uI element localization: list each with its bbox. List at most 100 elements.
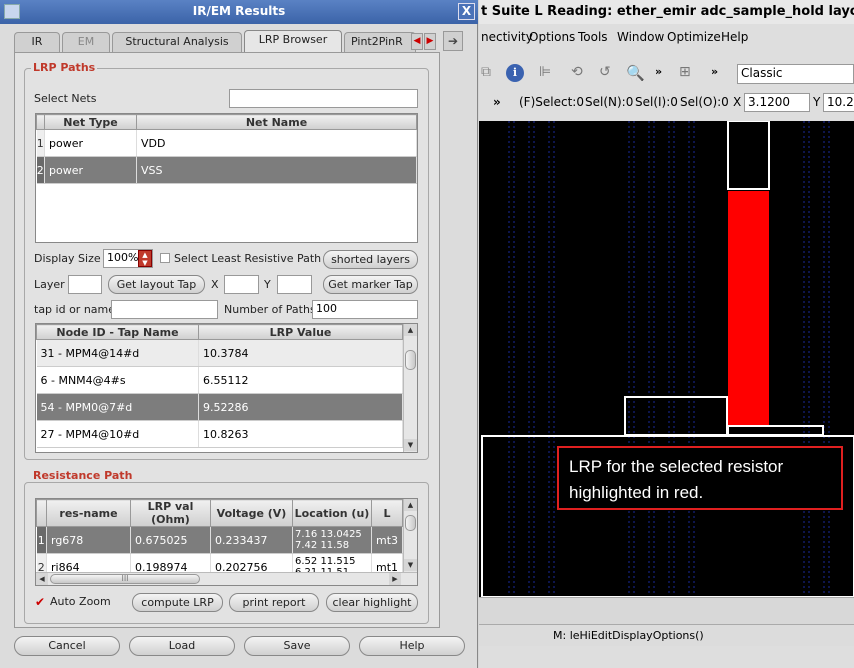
menu-window[interactable]: Window: [617, 30, 664, 44]
get-marker-tap-button[interactable]: Get marker Tap: [323, 275, 418, 294]
hierarchy-icon[interactable]: ⊞: [679, 64, 691, 80]
coord-x-label: X: [733, 95, 742, 109]
shorted-layers-button[interactable]: shorted layers: [323, 250, 418, 269]
annotation-callout: LRP for the selected resistor highlighte…: [557, 446, 843, 510]
clear-highlight-button[interactable]: clear highlight: [326, 593, 418, 612]
res-table-vscrollbar[interactable]: ▲ ▼: [403, 499, 417, 572]
lrp-row[interactable]: 27 - MPM4@10#d 10.8263: [36, 420, 403, 448]
menu-help[interactable]: Help: [721, 30, 748, 44]
net-type-cell: power: [44, 156, 137, 184]
net-table-corner: [36, 114, 45, 130]
menu-connectivity[interactable]: nectivity: [481, 30, 533, 44]
workspace-select[interactable]: Classic: [737, 64, 854, 84]
layer-icon[interactable]: ⧉: [481, 64, 499, 82]
col-voltage[interactable]: Voltage (V): [210, 499, 293, 527]
display-size-label: Display Size: [34, 252, 101, 265]
scroll-left-icon[interactable]: ◀: [36, 573, 48, 585]
more-tools-icon-2[interactable]: »: [711, 65, 718, 78]
highlighted-resistor[interactable]: [728, 191, 769, 426]
menu-tools[interactable]: Tools: [578, 30, 608, 44]
x-field[interactable]: [224, 275, 259, 294]
layout-canvas[interactable]: LRP for the selected resistor highlighte…: [479, 121, 854, 597]
layer-field[interactable]: [68, 275, 102, 294]
num-paths-field[interactable]: 100: [312, 300, 418, 319]
lrp-value-cell: 10.8263: [198, 420, 403, 448]
scroll-down-icon[interactable]: ▼: [404, 439, 417, 451]
lrp-table-vscrollbar[interactable]: ▲ ▼: [403, 324, 417, 452]
resistance-path-table: res-name LRP val (Ohm) Voltage (V) Locat…: [35, 498, 418, 586]
layer-label: Layer: [34, 278, 65, 291]
col-net-type[interactable]: Net Type: [44, 114, 137, 130]
tab-scroll-right-icon[interactable]: ▶: [424, 33, 436, 50]
status-message: M: leHiEditDisplayOptions(): [553, 629, 704, 642]
tab-em[interactable]: EM: [62, 32, 110, 52]
spinner-arrows-icon[interactable]: ▲ ▼: [138, 250, 152, 267]
scroll-up-icon[interactable]: ▲: [404, 324, 417, 336]
lrp-row-selected[interactable]: 54 - MPM0@7#d 9.52286: [36, 393, 403, 421]
net-row[interactable]: 1 power VDD: [36, 129, 417, 157]
undo-icon[interactable]: ↺: [599, 64, 611, 80]
col-lrp-val[interactable]: LRP val (Ohm): [130, 499, 211, 527]
more-tools-icon[interactable]: »: [655, 65, 662, 78]
tab-ir[interactable]: IR: [14, 32, 60, 52]
menu-optimize[interactable]: Optimize: [667, 30, 721, 44]
save-button[interactable]: Save: [244, 636, 350, 656]
lrp-row[interactable]: 31 - MPM4@14#d 10.3784: [36, 339, 403, 367]
dialog-title: IR/EM Results: [192, 4, 286, 18]
coord-x-field[interactable]: 3.1200: [744, 93, 810, 112]
res-name-cell: rg678: [46, 526, 131, 554]
menu-options[interactable]: Options: [529, 30, 575, 44]
net-type-cell: power: [44, 129, 137, 157]
lrp-row[interactable]: 6 - MNM4@4#s 6.55112: [36, 366, 403, 394]
select-nets-field[interactable]: [229, 89, 418, 108]
align-icon[interactable]: ⊫: [539, 64, 551, 80]
scroll-up-icon[interactable]: ▲: [404, 499, 417, 511]
col-layer[interactable]: L: [371, 499, 403, 527]
col-location[interactable]: Location (u): [292, 499, 372, 527]
cancel-button[interactable]: Cancel: [14, 636, 120, 656]
col-lrp-value[interactable]: LRP Value: [198, 324, 403, 340]
auto-zoom-check-icon[interactable]: ✔: [35, 595, 45, 609]
get-layout-tap-button[interactable]: Get layout Tap: [108, 275, 205, 294]
node-id-cell: 27 - MPM4@10#d: [36, 420, 199, 448]
close-button[interactable]: X: [458, 3, 475, 20]
print-report-button[interactable]: print report: [229, 593, 319, 612]
scroll-down-icon[interactable]: ▼: [404, 559, 417, 571]
voltage-cell: 0.233437: [210, 526, 293, 554]
tab-lrp-browser[interactable]: LRP Browser: [244, 30, 342, 53]
node-id-cell: 6 - MNM4@4#s: [36, 366, 199, 394]
zoom-icon[interactable]: 🔍: [626, 64, 645, 82]
row-number: 1: [36, 526, 47, 554]
compute-lrp-button[interactable]: compute LRP: [132, 593, 223, 612]
more-status-icon[interactable]: »: [493, 95, 501, 109]
lrp-value-cell: 9.52286: [198, 393, 403, 421]
resistance-row-selected[interactable]: 1 rg678 0.675025 0.233437 7.16 13.0425 7.…: [36, 526, 403, 554]
col-node-id[interactable]: Node ID - Tap Name: [36, 324, 199, 340]
info-icon[interactable]: i: [506, 64, 524, 82]
col-res-name[interactable]: res-name: [46, 499, 131, 527]
coord-y-field[interactable]: 10.25: [823, 93, 854, 112]
scroll-thumb[interactable]: [405, 515, 416, 531]
res-table-hscrollbar[interactable]: ◀ III ▶: [36, 572, 417, 585]
load-button[interactable]: Load: [129, 636, 235, 656]
scroll-right-icon[interactable]: ▶: [389, 573, 401, 585]
y-field[interactable]: [277, 275, 312, 294]
layout-statusbar: [479, 597, 854, 624]
scroll-thumb[interactable]: [405, 350, 416, 370]
tab-scroll-left-icon[interactable]: ◀: [411, 33, 423, 50]
scroll-thumb[interactable]: III: [50, 574, 200, 584]
location-line: 6.52 11.515: [295, 556, 356, 567]
lrp-val-cell: 0.675025: [130, 526, 211, 554]
help-button[interactable]: Help: [359, 636, 465, 656]
net-row-selected[interactable]: 2 power VSS: [36, 156, 417, 184]
tab-structural-analysis[interactable]: Structural Analysis: [112, 32, 242, 52]
tab-menu-arrow-icon[interactable]: ➔: [443, 31, 463, 51]
num-paths-label: Number of Paths: [224, 303, 316, 316]
layout-window-title: t Suite L Reading: ether_emir adc_sample…: [479, 0, 854, 24]
tap-id-label: tap id or name: [34, 303, 116, 316]
tap-id-field[interactable]: [111, 300, 218, 319]
tab-pint2pinr[interactable]: Pint2PinR: [344, 32, 416, 52]
refresh-icon[interactable]: ⟲: [571, 64, 583, 80]
least-resistive-checkbox[interactable]: [160, 253, 170, 263]
col-net-name[interactable]: Net Name: [136, 114, 417, 130]
